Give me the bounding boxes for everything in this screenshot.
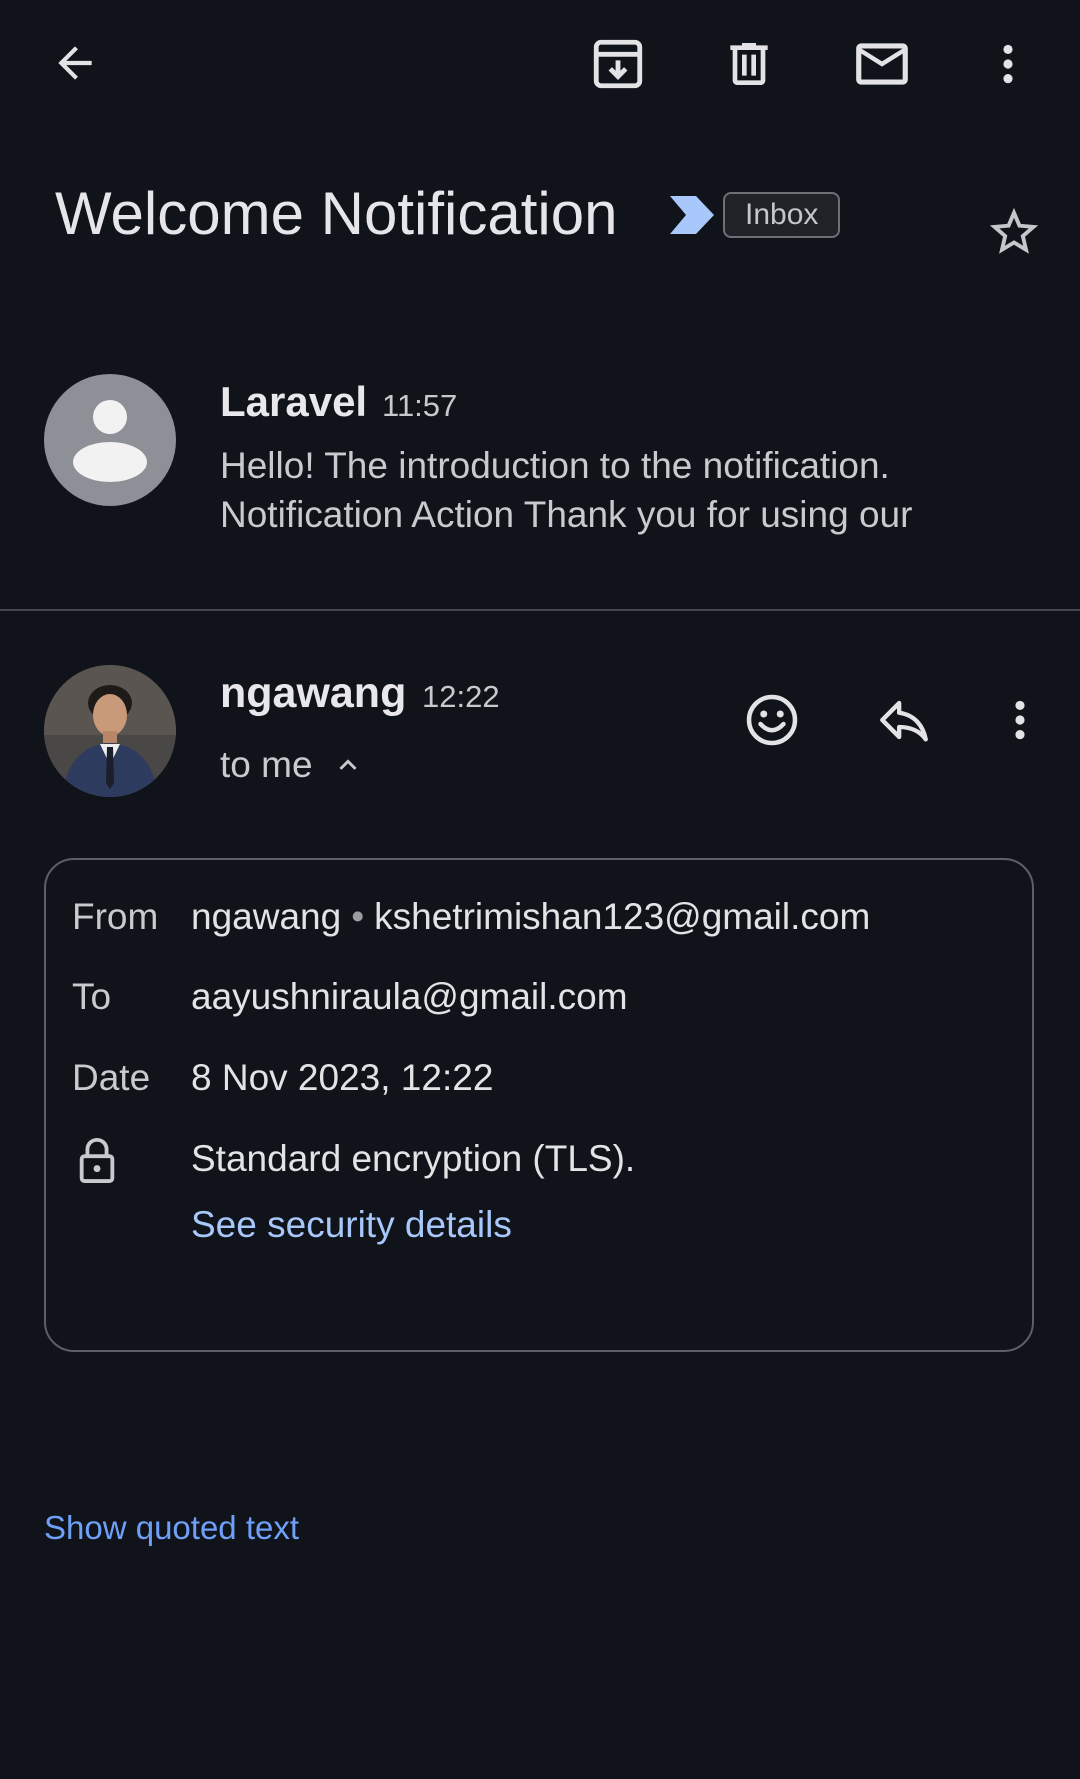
star-button[interactable]	[978, 196, 1050, 268]
to-value[interactable]: aayushniraula@gmail.com	[191, 972, 628, 1022]
profile-photo	[44, 665, 176, 797]
mark-unread-button[interactable]	[842, 24, 922, 104]
more-options-button[interactable]	[968, 24, 1048, 104]
recipient-summary: to me	[220, 744, 313, 785]
from-email: kshetrimishan123@gmail.com	[374, 896, 871, 937]
recipient-details-toggle[interactable]: to me	[220, 740, 365, 790]
from-name: ngawang	[191, 896, 342, 937]
date-value: 8 Nov 2023, 12:22	[191, 1057, 494, 1098]
delete-icon	[730, 43, 768, 85]
mail-icon	[856, 43, 908, 85]
message-time: 11:57	[382, 388, 458, 423]
from-label: From	[72, 896, 159, 937]
message-divider	[0, 609, 1080, 611]
sender-avatar[interactable]	[44, 374, 176, 506]
reply-icon	[880, 700, 928, 742]
message-sender[interactable]: ngawang	[220, 666, 406, 720]
show-quoted-text-link[interactable]: Show quoted text	[44, 1505, 299, 1551]
chevron-up-icon	[339, 759, 357, 770]
label-chip-inbox[interactable]: Inbox	[723, 192, 841, 238]
archive-button[interactable]	[578, 24, 658, 104]
more-vert-icon	[1003, 44, 1013, 84]
to-label: To	[72, 976, 112, 1017]
message-snippet[interactable]: Hello! The introduction to the notificat…	[220, 441, 1040, 539]
lock-icon	[79, 1137, 115, 1183]
message-sender[interactable]: Laravel	[220, 376, 367, 428]
sender-avatar-photo[interactable]	[44, 665, 176, 797]
delete-button[interactable]	[709, 24, 789, 104]
arrow-back-icon	[58, 46, 92, 80]
email-subject: Welcome Notification	[55, 180, 618, 247]
back-button[interactable]	[35, 23, 115, 103]
archive-icon	[593, 39, 643, 89]
importance-marker-icon	[670, 196, 714, 234]
emoji-icon	[746, 694, 798, 746]
security-details-link[interactable]: See security details	[191, 1200, 512, 1250]
reply-button[interactable]	[864, 680, 944, 760]
message-time: 12:22	[422, 679, 500, 714]
more-vert-icon	[1015, 700, 1025, 740]
from-value[interactable]: ngawang • kshetrimishan123@gmail.com	[191, 892, 870, 942]
person-icon	[73, 400, 147, 482]
star-outline-icon	[989, 207, 1039, 254]
separator-dot: •	[351, 896, 365, 937]
add-reaction-button[interactable]	[732, 680, 812, 760]
encryption-text: Standard encryption (TLS).	[191, 1138, 636, 1179]
date-label: Date	[72, 1057, 151, 1098]
message-more-button[interactable]	[980, 680, 1060, 760]
